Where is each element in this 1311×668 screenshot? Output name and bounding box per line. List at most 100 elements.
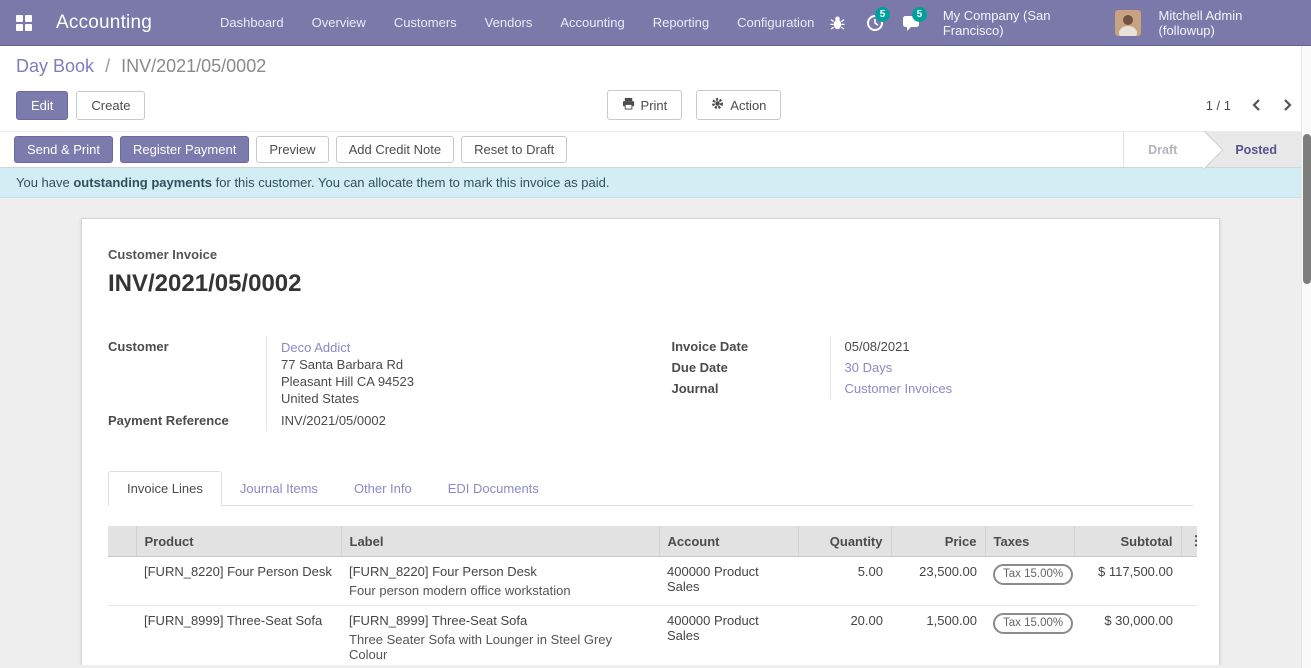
table-row[interactable]: [FURN_8999] Three-Seat Sofa [FURN_8999] … — [108, 606, 1197, 666]
cell-taxes[interactable]: Tax 15.00% — [985, 557, 1074, 606]
scrollbar-thumb[interactable] — [1303, 134, 1311, 284]
add-credit-note-button[interactable]: Add Credit Note — [336, 136, 455, 163]
cell-description: Three Seater Sofa with Lounger in Steel … — [349, 628, 651, 662]
messages-chat-icon[interactable]: 5 — [898, 9, 925, 37]
action-button[interactable]: Action — [696, 90, 781, 120]
optional-columns-icon[interactable]: ⋮ — [1181, 526, 1197, 557]
pager-value: 1 / 1 — [1206, 98, 1231, 113]
cell-price[interactable]: 23,500.00 — [891, 557, 985, 606]
apps-menu-icon[interactable] — [16, 15, 32, 31]
pager-previous-icon[interactable] — [1249, 96, 1263, 114]
nav-menu-vendors[interactable]: Vendors — [475, 9, 543, 36]
header-product[interactable]: Product — [136, 526, 341, 557]
due-date-label: Due Date — [672, 357, 830, 378]
table-header-row: Product Label Account Quantity Price Tax… — [108, 526, 1197, 557]
cell-account[interactable]: 400000 Product Sales — [659, 606, 798, 666]
cell-description: Four person modern office workstation — [349, 579, 651, 598]
nav-menu-dashboard[interactable]: Dashboard — [210, 9, 294, 36]
row-handle — [108, 606, 136, 666]
field-journal: Journal Customer Invoices — [672, 378, 1194, 399]
control-panel: Day Book / INV/2021/05/0002 Edit Create … — [0, 46, 1311, 131]
activities-clock-icon[interactable]: 5 — [861, 9, 888, 37]
invoice-number-title: INV/2021/05/0002 — [108, 270, 1193, 298]
breadcrumb: Day Book / INV/2021/05/0002 — [16, 56, 1295, 77]
due-date-link[interactable]: 30 Days — [845, 360, 893, 375]
user-avatar[interactable] — [1115, 10, 1141, 36]
create-button[interactable]: Create — [76, 91, 145, 120]
tab-bar: Invoice Lines Journal Items Other Info E… — [108, 471, 1193, 506]
customer-address-line2: Pleasant Hill CA 94523 — [281, 373, 630, 390]
header-quantity[interactable]: Quantity — [798, 526, 891, 557]
cell-subtotal[interactable]: $ 117,500.00 — [1074, 557, 1181, 606]
journal-label: Journal — [672, 378, 830, 399]
state-widget: Draft Posted — [1123, 132, 1311, 167]
notebook: Invoice Lines Journal Items Other Info E… — [108, 471, 1193, 665]
cell-label[interactable]: [FURN_8220] Four Person Desk Four person… — [341, 557, 659, 606]
scrollbar-track[interactable] — [1301, 46, 1311, 668]
document-type-label: Customer Invoice — [108, 247, 1193, 262]
header-handle — [108, 526, 136, 557]
customer-address-line1: 77 Santa Barbara Rd — [281, 356, 630, 373]
table-row[interactable]: [FURN_8220] Four Person Desk [FURN_8220]… — [108, 557, 1197, 606]
form-view: Customer Invoice INV/2021/05/0002 Custom… — [0, 198, 1301, 665]
nav-menu-customers[interactable]: Customers — [384, 9, 467, 36]
banner-bold-text: outstanding payments — [73, 175, 212, 190]
pager-next-icon[interactable] — [1281, 96, 1295, 114]
main-menu: Dashboard Overview Customers Vendors Acc… — [210, 9, 824, 36]
nav-menu-configuration[interactable]: Configuration — [727, 9, 824, 36]
row-handle — [108, 557, 136, 606]
customer-link[interactable]: Deco Addict — [281, 339, 630, 356]
cell-quantity[interactable]: 20.00 — [798, 606, 891, 666]
outstanding-payments-banner: You have outstanding payments for this c… — [0, 168, 1311, 198]
cell-subtotal[interactable]: $ 30,000.00 — [1074, 606, 1181, 666]
print-button[interactable]: Print — [607, 90, 683, 120]
top-navbar: Accounting Dashboard Overview Customers … — [0, 0, 1311, 46]
header-taxes[interactable]: Taxes — [985, 526, 1074, 557]
invoice-lines-table: Product Label Account Quantity Price Tax… — [108, 526, 1197, 665]
cell-quantity[interactable]: 5.00 — [798, 557, 891, 606]
cell-label[interactable]: [FURN_8999] Three-Seat Sofa Three Seater… — [341, 606, 659, 666]
printer-icon — [622, 97, 635, 113]
user-menu[interactable]: Mitchell Admin (followup) — [1151, 8, 1296, 38]
tax-badge: Tax 15.00% — [993, 613, 1073, 634]
tab-edi-documents[interactable]: EDI Documents — [430, 472, 557, 505]
tab-invoice-lines[interactable]: Invoice Lines — [108, 471, 222, 506]
cell-account[interactable]: 400000 Product Sales — [659, 557, 798, 606]
invoice-date-value: 05/08/2021 — [830, 336, 1194, 357]
tab-other-info[interactable]: Other Info — [336, 472, 430, 505]
breadcrumb-separator: / — [105, 56, 110, 76]
preview-button[interactable]: Preview — [256, 136, 328, 163]
nav-menu-accounting[interactable]: Accounting — [550, 9, 634, 36]
header-price[interactable]: Price — [891, 526, 985, 557]
nav-menu-reporting[interactable]: Reporting — [643, 9, 719, 36]
customer-label: Customer — [108, 336, 266, 357]
reset-to-draft-button[interactable]: Reset to Draft — [461, 136, 567, 163]
cell-product[interactable]: [FURN_8999] Three-Seat Sofa — [136, 606, 341, 666]
field-due-date: Due Date 30 Days — [672, 357, 1194, 378]
register-payment-button[interactable]: Register Payment — [120, 136, 249, 163]
journal-link[interactable]: Customer Invoices — [845, 381, 953, 396]
header-label[interactable]: Label — [341, 526, 659, 557]
systray: 5 5 My Company (San Francisco) Mitchell … — [824, 8, 1295, 38]
debug-bug-icon[interactable] — [824, 9, 851, 37]
state-draft[interactable]: Draft — [1124, 132, 1205, 167]
tab-journal-items[interactable]: Journal Items — [222, 472, 336, 505]
payment-reference-label: Payment Reference — [108, 410, 266, 431]
send-and-print-button[interactable]: Send & Print — [14, 136, 113, 163]
company-switcher[interactable]: My Company (San Francisco) — [935, 8, 1105, 38]
nav-menu-overview[interactable]: Overview — [302, 9, 376, 36]
control-panel-buttons: Edit Create Print Action 1 / 1 — [16, 89, 1295, 121]
cell-product[interactable]: [FURN_8220] Four Person Desk — [136, 557, 341, 606]
message-count-badge: 5 — [912, 7, 927, 22]
field-customer: Customer Deco Addict 77 Santa Barbara Rd… — [108, 336, 630, 410]
breadcrumb-day-book[interactable]: Day Book — [16, 56, 94, 76]
form-statusbar: Send & Print Register Payment Preview Ad… — [0, 131, 1311, 168]
cell-price[interactable]: 1,500.00 — [891, 606, 985, 666]
customer-address-line3: United States — [281, 390, 630, 407]
invoice-date-label: Invoice Date — [672, 336, 830, 357]
cell-taxes[interactable]: Tax 15.00% — [985, 606, 1074, 666]
breadcrumb-current: INV/2021/05/0002 — [121, 56, 266, 76]
edit-button[interactable]: Edit — [16, 91, 68, 120]
header-account[interactable]: Account — [659, 526, 798, 557]
header-subtotal[interactable]: Subtotal — [1074, 526, 1181, 557]
